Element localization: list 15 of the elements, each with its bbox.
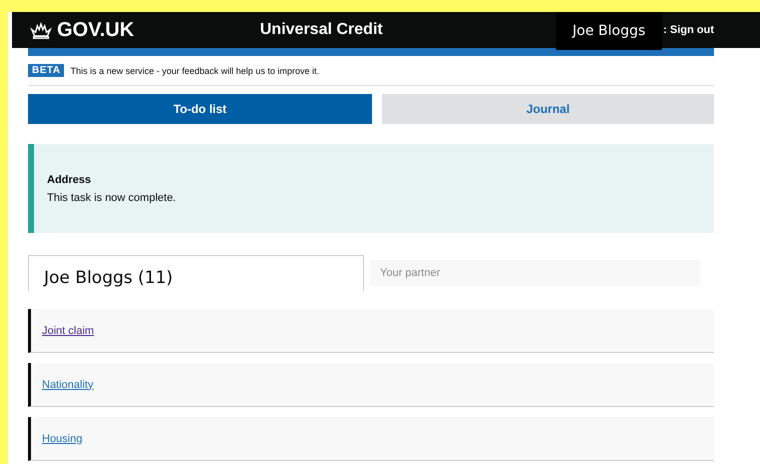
notice-title: Address — [47, 174, 92, 186]
task-link[interactable]: Nationality — [42, 378, 94, 390]
tab[interactable]: To-do list — [28, 94, 372, 124]
service-name: Universal Credit — [260, 21, 383, 39]
task-link[interactable]: Joint claim — [42, 324, 94, 336]
notice-text: This task is now complete. — [47, 192, 177, 204]
user-name: Joe Bloggs — [556, 12, 662, 50]
task-link[interactable]: Housing — [42, 432, 82, 444]
sign-out-link[interactable]: : Sign out — [663, 24, 714, 36]
crown-icon — [30, 22, 52, 38]
tab[interactable]: Journal — [382, 94, 714, 124]
govuk-logo[interactable]: GOV.UK — [30, 18, 260, 42]
beta-tag: BETA — [28, 64, 64, 77]
beta-message: This is a new service - your feedback will help us to improve it. — [70, 66, 320, 76]
person-tab[interactable]: Joe Bloggs (11) — [28, 255, 364, 291]
